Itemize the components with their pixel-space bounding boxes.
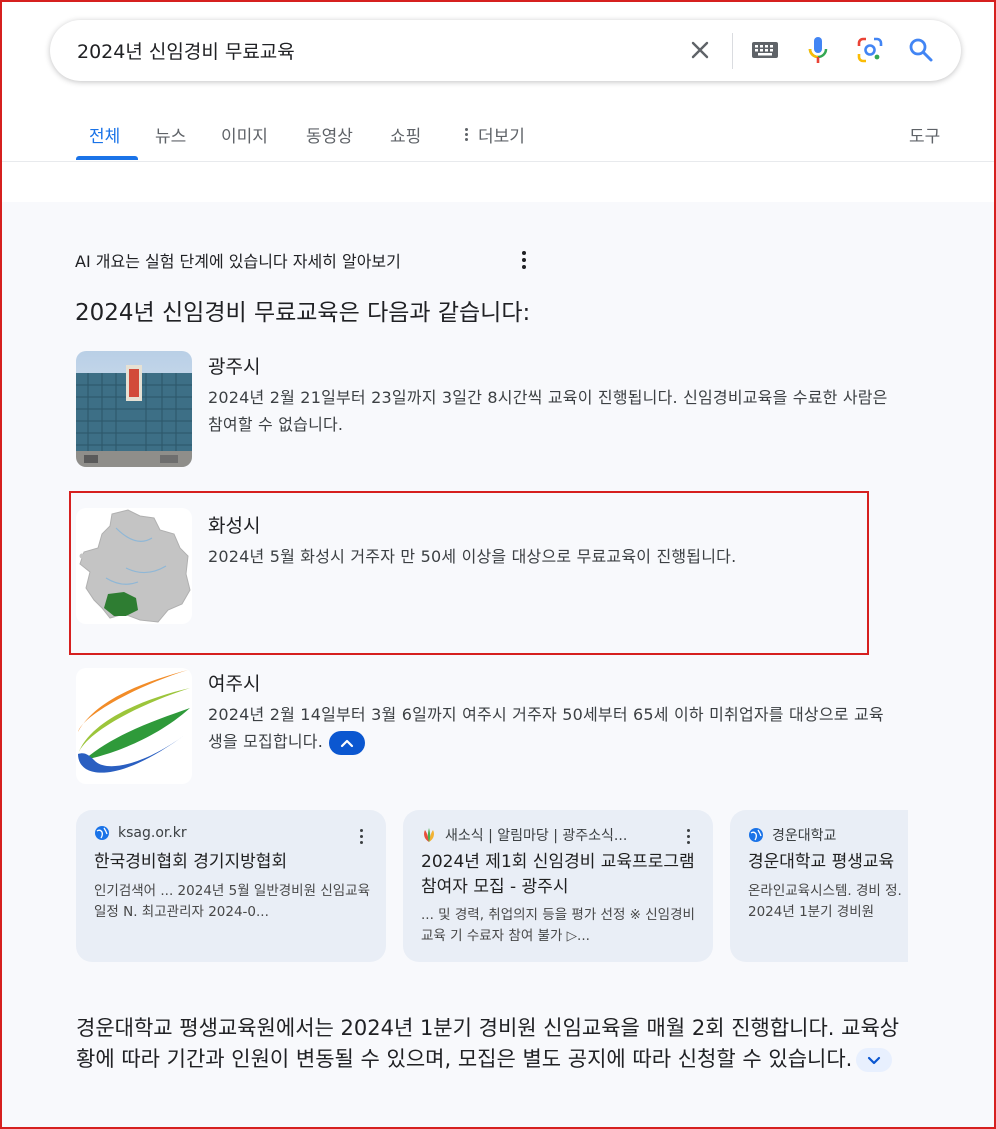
tab-more[interactable]: 더보기 [462, 122, 525, 147]
ai-summary-text: 경운대학교 평생교육원에서는 2024년 1분기 경비원 신임교육을 매월 2회… [76, 1016, 900, 1071]
source-title: 경운대학교 평생교육 [748, 852, 895, 872]
source-snippet: ... 및 경력, 취업의지 등을 평가 선정 ※ 신임경비교육 기 수료자 참… [421, 907, 695, 944]
source-site: ksag.or.kr [118, 825, 187, 841]
ai-overview-panel [2, 202, 994, 1127]
city-logo-thumbnail[interactable] [76, 668, 192, 784]
active-tab-indicator [76, 156, 138, 160]
more-options-icon[interactable] [356, 827, 366, 845]
source-card[interactable]: ksag.or.kr 한국경비협회 경기지방협회 인기검색어 ... 2024년… [76, 810, 386, 962]
search-input[interactable]: 2024년 신임경비 무료교육 [77, 37, 295, 64]
source-snippet: 인기검색어 ... 2024년 5월 일반경비원 신임교육일정 N. 최고관리자… [94, 883, 370, 920]
item-body-hwaseong: 2024년 5월 화성시 거주자 만 50세 이상을 대상으로 무료교육이 진행… [208, 547, 737, 566]
ai-overview-header[interactable]: AI 개요는 실험 단계에 있습니다 자세히 알아보기 [75, 248, 401, 272]
source-site: 경운대학교 [772, 828, 837, 844]
microphone-icon[interactable] [802, 34, 834, 66]
lens-icon[interactable] [854, 34, 886, 66]
search-bar[interactable]: 2024년 신임경비 무료교육 [50, 20, 961, 81]
more-options-icon[interactable] [683, 827, 693, 845]
item-body-yeoju-text: 2024년 2월 14일부터 3월 6일까지 여주시 거주자 50세부터 65세… [208, 705, 884, 751]
more-vert-icon [462, 127, 470, 143]
tools-button[interactable]: 도구 [909, 122, 940, 147]
tab-shopping[interactable]: 쇼핑 [390, 122, 421, 147]
item-title-gwangju: 광주시 [208, 356, 261, 378]
search-icon[interactable] [905, 34, 937, 66]
close-icon[interactable] [684, 34, 716, 66]
chevron-down-icon [868, 1056, 881, 1065]
more-options-icon[interactable] [515, 249, 533, 271]
globe-icon [94, 825, 110, 841]
search-bar-divider [732, 33, 733, 69]
source-title: 2024년 제1회 신임경비 교육프로그램 참여자 모집 - 광주시 [421, 852, 695, 897]
gwangju-logo-icon [421, 827, 437, 843]
item-body-yeoju: 2024년 2월 14일부터 3월 6일까지 여주시 거주자 50세부터 65세… [208, 701, 898, 755]
tab-videos[interactable]: 동영상 [306, 122, 353, 147]
source-cards: ksag.or.kr 한국경비협회 경기지방협회 인기검색어 ... 2024년… [76, 810, 908, 962]
globe-icon [748, 827, 764, 843]
ai-overview-headline: 2024년 신임경비 무료교육은 다음과 같습니다: [75, 300, 531, 326]
collapse-button[interactable] [329, 730, 366, 755]
item-title-yeoju: 여주시 [208, 673, 261, 695]
tab-all[interactable]: 전체 [89, 122, 120, 147]
chevron-up-icon [340, 739, 354, 747]
search-tabs: 전체 뉴스 이미지 동영상 쇼핑 더보기 도구 [0, 110, 996, 162]
keyboard-icon[interactable] [749, 34, 781, 66]
item-body-gwangju: 2024년 2월 21일부터 23일까지 3일간 8시간씩 교육이 진행됩니다.… [208, 388, 888, 434]
tab-news[interactable]: 뉴스 [155, 122, 186, 147]
ai-summary: 경운대학교 평생교육원에서는 2024년 1분기 경비원 신임교육을 매월 2회… [76, 1013, 906, 1075]
source-title: 한국경비협회 경기지방협회 [94, 852, 288, 872]
tab-more-label: 더보기 [478, 127, 525, 147]
building-photo-thumbnail[interactable] [76, 351, 192, 467]
region-map-thumbnail[interactable] [76, 508, 192, 624]
item-title-hwaseong: 화성시 [208, 515, 261, 537]
expand-button[interactable] [856, 1048, 893, 1072]
source-site: 새소식 | 알림마당 | 광주소식... [445, 828, 628, 844]
source-snippet: 온라인교육시스템. 경비 정. 2024년 1분기 경비원 [748, 883, 902, 920]
tab-images[interactable]: 이미지 [221, 122, 268, 147]
source-card[interactable]: 새소식 | 알림마당 | 광주소식... 2024년 제1회 신임경비 교육프로… [403, 810, 713, 962]
source-card[interactable]: 경운대학교 경운대학교 평생교육 온라인교육시스템. 경비 정. 2024년 1… [730, 810, 908, 962]
